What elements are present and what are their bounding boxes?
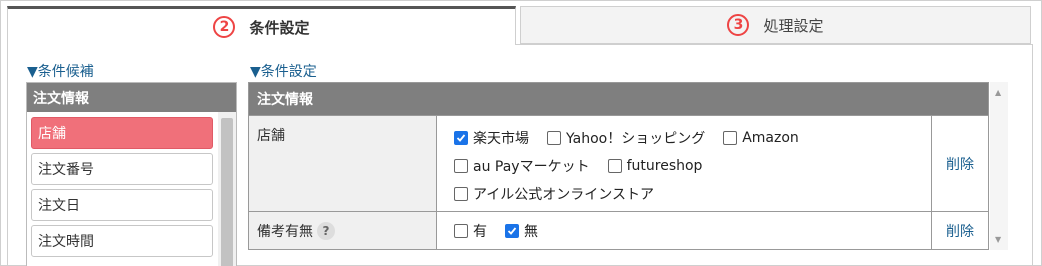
delete-link[interactable]: 削除 [931,212,988,249]
scroll-down-icon[interactable]: ▼ [995,235,1001,244]
candidate-item-order-time[interactable]: 注文時間 [31,225,213,257]
condition-name: 備考有無 [257,223,313,240]
step-number-badge: 3 [727,14,750,36]
condition-row-remarks: 備考有無 ? 有 無 削除 [249,211,988,249]
tab-label: 処理設定 [763,16,824,35]
conditions-title: ▼条件設定 [250,64,317,80]
condition-table: 注文情報 店舗 楽天市場 Yahoo！ショッピング Amazon au Payマ… [248,82,989,250]
option-label: アイル公式オンラインストア [473,187,655,203]
scroll-up-icon[interactable]: ▲ [995,88,1001,97]
checkbox-icon[interactable] [607,159,622,173]
option-label: 無 [524,224,538,240]
checkbox-checked-icon[interactable] [505,224,519,238]
candidates-title: ▼条件候補 [27,64,94,80]
tab-label: 条件設定 [249,18,310,37]
checkbox-icon[interactable] [454,224,468,238]
settings-frame: 2 条件設定 3 処理設定 ▼条件候補 ▼条件設定 注文情報 店舗 注文番号 注… [0,0,1042,266]
condition-options: 楽天市場 Yahoo！ショッピング Amazon au Payマーケット fut… [438,116,931,211]
checkbox-icon[interactable] [454,187,468,201]
condition-options: 有 無 [438,212,931,249]
option-label: Amazon [742,130,799,146]
checkbox-icon[interactable] [547,131,561,145]
step-number-badge: 2 [213,16,236,38]
scrollbar-thumb[interactable] [221,118,233,266]
option-label: 楽天市場 [473,131,529,147]
checkbox-yes[interactable]: 有 [454,221,487,241]
tab-condition-settings[interactable]: 2 条件設定 [7,6,516,45]
divider [516,44,1033,45]
checkbox-yahoo[interactable]: Yahoo！ショッピング [547,128,705,148]
checkbox-icon[interactable] [454,159,468,173]
checkbox-amazon[interactable]: Amazon [723,130,799,146]
checkbox-no[interactable]: 無 [505,221,538,241]
checkbox-futureshop[interactable]: futureshop [607,158,703,174]
candidate-list: 店舗 注文番号 注文日 注文時間 [31,117,213,261]
candidate-panel: 注文情報 店舗 注文番号 注文日 注文時間 [26,82,237,266]
help-icon[interactable]: ? [317,221,335,240]
candidate-item-order-date[interactable]: 注文日 [31,189,213,221]
condition-name-cell: 備考有無 ? [249,212,437,249]
candidate-scrollbar[interactable] [218,112,236,266]
condition-table-header: 注文情報 [249,83,988,115]
checkbox-checked-icon[interactable] [454,131,468,145]
candidate-item-order-number[interactable]: 注文番号 [31,153,213,185]
condition-row-store: 店舗 楽天市場 Yahoo！ショッピング Amazon au Payマーケット … [249,115,988,211]
checkbox-au-pay[interactable]: au Payマーケット [454,156,590,176]
candidate-panel-header: 注文情報 [27,83,236,112]
candidate-item-store[interactable]: 店舗 [31,117,213,149]
option-label: futureshop [626,158,703,174]
delete-link[interactable]: 削除 [931,116,988,211]
checkbox-aile-official[interactable]: アイル公式オンラインストア [454,184,654,204]
tab-process-settings[interactable]: 3 処理設定 [520,6,1031,44]
option-label: Yahoo！ショッピング [566,131,706,147]
condition-name: 店舗 [249,116,437,211]
option-label: au Payマーケット [473,159,590,175]
checkbox-rakuten[interactable]: 楽天市場 [454,128,529,148]
option-label: 有 [473,224,487,240]
condition-scrollbar[interactable]: ▲ ▼ [990,82,1008,250]
checkbox-icon[interactable] [723,131,738,145]
